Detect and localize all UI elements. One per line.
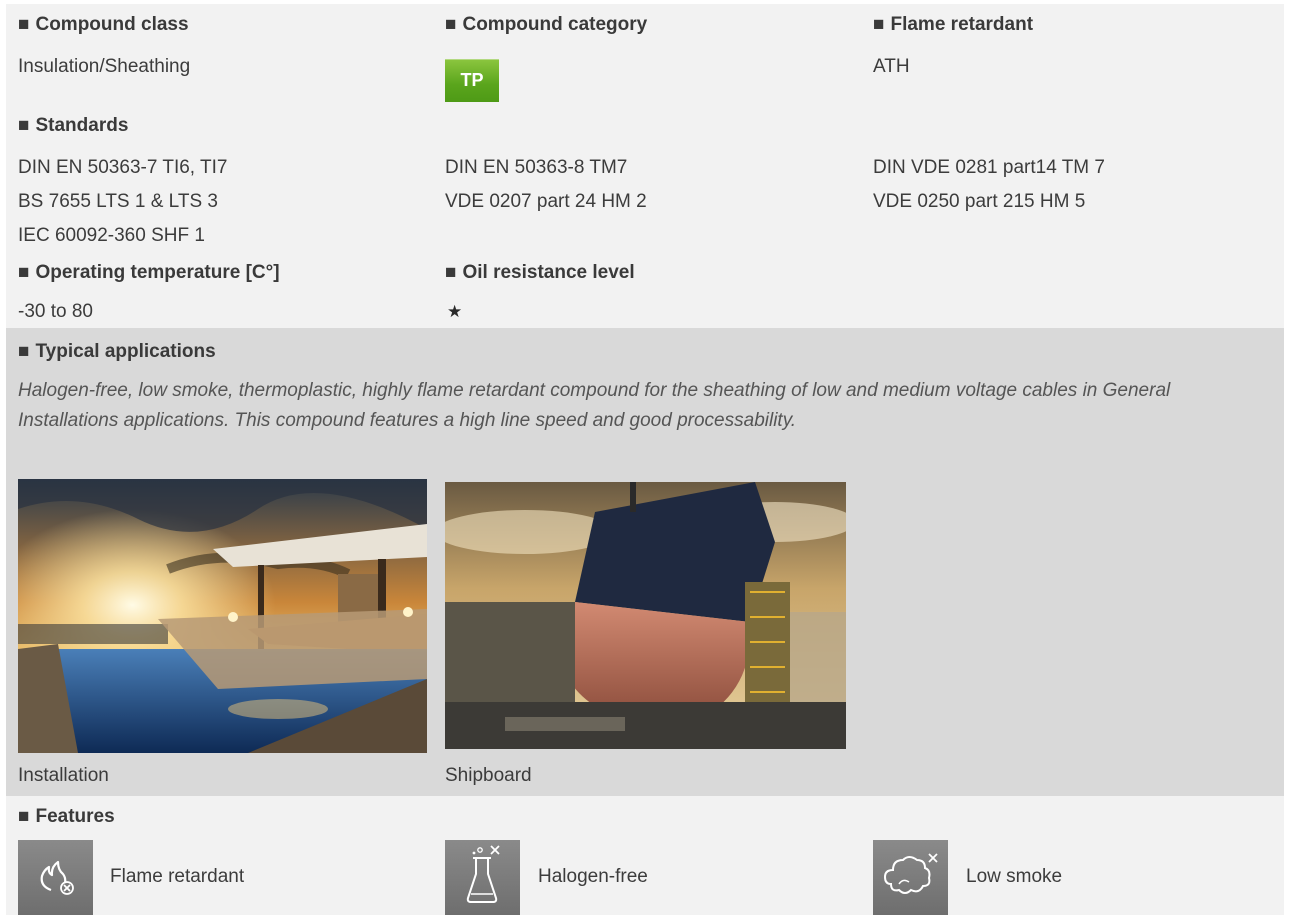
installation-caption: Installation <box>18 765 109 786</box>
feature-label-halogen-free: Halogen-free <box>538 866 648 887</box>
standards-heading: ■ Standards <box>18 115 129 136</box>
shipboard-photo <box>445 482 846 749</box>
installation-photo <box>18 479 427 753</box>
oil-resistance-star-icon: ★ <box>447 302 463 321</box>
standards-column-3: DIN VDE 0281 part14 TM 7 VDE 0250 part 2… <box>873 151 1105 219</box>
operating-temperature-value: -30 to 80 <box>18 301 93 322</box>
standard-item: DIN EN 50363-8 TM7 <box>445 157 628 178</box>
flame-retardant-icon <box>18 840 93 915</box>
compound-category-badge: TP <box>445 59 499 102</box>
features-section <box>6 796 1284 915</box>
operating-temperature-heading: ■ Operating temperature [C°] <box>18 262 280 283</box>
typical-applications-description: Halogen-free, low smoke, thermoplastic, … <box>18 380 1171 431</box>
flame-retardant-value: ATH <box>873 56 910 77</box>
feature-label-flame-retardant: Flame retardant <box>110 866 245 887</box>
standard-item: BS 7655 LTS 1 & LTS 3 <box>18 191 218 212</box>
shipboard-caption: Shipboard <box>445 765 532 786</box>
compound-category-heading: ■ Compound category <box>445 14 648 35</box>
standard-item: IEC 60092-360 SHF 1 <box>18 225 205 246</box>
typical-applications-heading: ■ Typical applications <box>18 341 216 362</box>
standards-column-1: DIN EN 50363-7 TI6, TI7 BS 7655 LTS 1 & … <box>18 151 227 253</box>
flame-retardant-heading: ■ Flame retardant <box>873 14 1034 35</box>
features-heading: ■ Features <box>18 806 115 827</box>
standard-item: VDE 0207 part 24 HM 2 <box>445 191 647 212</box>
standard-item: VDE 0250 part 215 HM 5 <box>873 191 1086 212</box>
halogen-free-icon <box>445 840 520 915</box>
compound-class-heading: ■ Compound class <box>18 14 189 35</box>
low-smoke-icon <box>873 840 948 915</box>
oil-resistance-heading: ■ Oil resistance level <box>445 262 635 283</box>
standards-column-2: DIN EN 50363-8 TM7 VDE 0207 part 24 HM 2 <box>445 151 647 219</box>
standard-item: DIN VDE 0281 part14 TM 7 <box>873 157 1105 178</box>
compound-class-value: Insulation/Sheathing <box>18 56 191 77</box>
feature-label-low-smoke: Low smoke <box>966 866 1063 887</box>
standard-item: DIN EN 50363-7 TI6, TI7 <box>18 157 228 178</box>
